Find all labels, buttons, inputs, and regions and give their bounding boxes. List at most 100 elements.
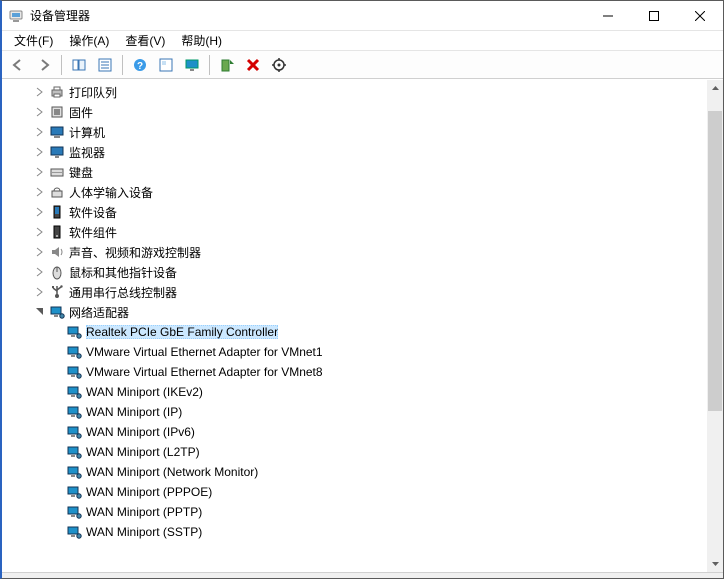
menu-help[interactable]: 帮助(H) (173, 30, 230, 51)
firmware-icon (49, 104, 65, 120)
tree-device-label: WAN Miniport (IP) (86, 405, 182, 419)
tree-category-label: 计算机 (69, 124, 105, 141)
app-icon (8, 8, 24, 24)
chevron-right-icon[interactable] (32, 144, 48, 160)
software-device-icon (49, 204, 65, 220)
chevron-right-icon[interactable] (32, 164, 48, 180)
tree-device-label: VMware Virtual Ethernet Adapter for VMne… (86, 345, 323, 359)
tree-category-label: 软件设备 (69, 204, 117, 221)
tree-category[interactable]: 监视器 (2, 142, 706, 162)
toolbar-display-button[interactable] (180, 53, 204, 77)
software-component-icon (49, 224, 65, 240)
tree-category[interactable]: 鼠标和其他指针设备 (2, 262, 706, 282)
tree-device[interactable]: VMware Virtual Ethernet Adapter for VMne… (2, 342, 706, 362)
printer-icon (49, 84, 65, 100)
chevron-right-icon[interactable] (32, 224, 48, 240)
network-adapter-icon (66, 404, 82, 420)
tree-device[interactable]: WAN Miniport (IPv6) (2, 422, 706, 442)
tree-category-label: 人体学输入设备 (69, 184, 153, 201)
tree-device[interactable]: WAN Miniport (IKEv2) (2, 382, 706, 402)
chevron-right-icon[interactable] (32, 84, 48, 100)
tree-category[interactable]: 通用串行总线控制器 (2, 282, 706, 302)
tree-category-label: 网络适配器 (69, 304, 129, 321)
tree-device[interactable]: VMware Virtual Ethernet Adapter for VMne… (2, 362, 706, 382)
chevron-right-icon[interactable] (32, 204, 48, 220)
chevron-down-icon[interactable] (32, 304, 48, 320)
tree-category[interactable]: 固件 (2, 102, 706, 122)
tree-category[interactable]: 人体学输入设备 (2, 182, 706, 202)
tree-device-label: WAN Miniport (IKEv2) (86, 385, 203, 399)
network-adapter-icon (66, 384, 82, 400)
scrollbar-thumb[interactable] (708, 111, 722, 411)
tree-category-label: 声音、视频和游戏控制器 (69, 244, 201, 261)
maximize-button[interactable] (631, 1, 677, 30)
tree-category[interactable]: 软件组件 (2, 222, 706, 242)
toolbar-separator (61, 55, 62, 75)
toolbar-forward-button[interactable] (32, 53, 56, 77)
toolbar-uninstall-button[interactable] (241, 53, 265, 77)
tree-device[interactable]: WAN Miniport (SSTP) (2, 522, 706, 542)
network-adapter-icon (66, 424, 82, 440)
scrollbar-track[interactable] (707, 97, 723, 555)
scrollbar-up-button[interactable] (707, 80, 723, 97)
network-icon (49, 304, 65, 320)
toolbar-properties-button[interactable] (93, 53, 117, 77)
chevron-right-icon[interactable] (32, 264, 48, 280)
tree-device[interactable]: WAN Miniport (L2TP) (2, 442, 706, 462)
toolbar-show-tree-button[interactable] (67, 53, 91, 77)
close-button[interactable] (677, 1, 723, 30)
toolbar-update-driver-button[interactable] (215, 53, 239, 77)
status-bar (2, 572, 723, 578)
tree-category-label: 软件组件 (69, 224, 117, 241)
toolbar: ? (2, 51, 723, 79)
toolbar-show-hidden-button[interactable] (154, 53, 178, 77)
keyboard-icon (49, 164, 65, 180)
tree-category[interactable]: 打印队列 (2, 82, 706, 102)
toolbar-help-button[interactable]: ? (128, 53, 152, 77)
titlebar[interactable]: 设备管理器 (2, 1, 723, 31)
tree-category[interactable]: 键盘 (2, 162, 706, 182)
toolbar-scan-hardware-button[interactable] (267, 53, 291, 77)
chevron-right-icon[interactable] (32, 284, 48, 300)
network-adapter-icon (66, 504, 82, 520)
tree-device-label: WAN Miniport (PPPOE) (86, 485, 212, 499)
scrollbar-down-button[interactable] (707, 555, 723, 572)
tree-category[interactable]: 声音、视频和游戏控制器 (2, 242, 706, 262)
chevron-right-icon[interactable] (32, 104, 48, 120)
network-adapter-icon (66, 364, 82, 380)
tree-device[interactable]: WAN Miniport (IP) (2, 402, 706, 422)
device-tree[interactable]: 打印队列固件计算机监视器键盘人体学输入设备软件设备软件组件声音、视频和游戏控制器… (2, 80, 706, 572)
device-manager-window: 设备管理器 文件(F) 操作(A) 查看(V) 帮助(H) (0, 0, 724, 579)
vertical-scrollbar[interactable] (706, 80, 723, 572)
tree-device[interactable]: WAN Miniport (PPPOE) (2, 482, 706, 502)
network-adapter-icon (66, 444, 82, 460)
tree-category-label: 鼠标和其他指针设备 (69, 264, 177, 281)
tree-category-label: 监视器 (69, 144, 105, 161)
tree-device[interactable]: WAN Miniport (Network Monitor) (2, 462, 706, 482)
tree-device[interactable]: Realtek PCIe GbE Family Controller (2, 322, 706, 342)
tree-device[interactable]: WAN Miniport (PPTP) (2, 502, 706, 522)
tree-category-label: 键盘 (69, 164, 93, 181)
menu-view[interactable]: 查看(V) (117, 30, 173, 51)
window-title: 设备管理器 (30, 7, 90, 24)
tree-category[interactable]: 软件设备 (2, 202, 706, 222)
network-adapter-icon (66, 484, 82, 500)
hid-icon (49, 184, 65, 200)
svg-text:?: ? (137, 61, 143, 72)
toolbar-back-button[interactable] (6, 53, 30, 77)
tree-category-label: 固件 (69, 104, 93, 121)
chevron-right-icon[interactable] (32, 244, 48, 260)
sound-icon (49, 244, 65, 260)
network-adapter-icon (66, 464, 82, 480)
tree-category[interactable]: 计算机 (2, 122, 706, 142)
tree-device-label: WAN Miniport (L2TP) (86, 445, 200, 459)
chevron-right-icon[interactable] (32, 124, 48, 140)
minimize-button[interactable] (585, 1, 631, 30)
computer-icon (49, 124, 65, 140)
menu-file[interactable]: 文件(F) (6, 30, 61, 51)
tree-category[interactable]: 网络适配器 (2, 302, 706, 322)
tree-device-label: VMware Virtual Ethernet Adapter for VMne… (86, 365, 323, 379)
menu-action[interactable]: 操作(A) (61, 30, 117, 51)
tree-device-label: WAN Miniport (SSTP) (86, 525, 202, 539)
chevron-right-icon[interactable] (32, 184, 48, 200)
